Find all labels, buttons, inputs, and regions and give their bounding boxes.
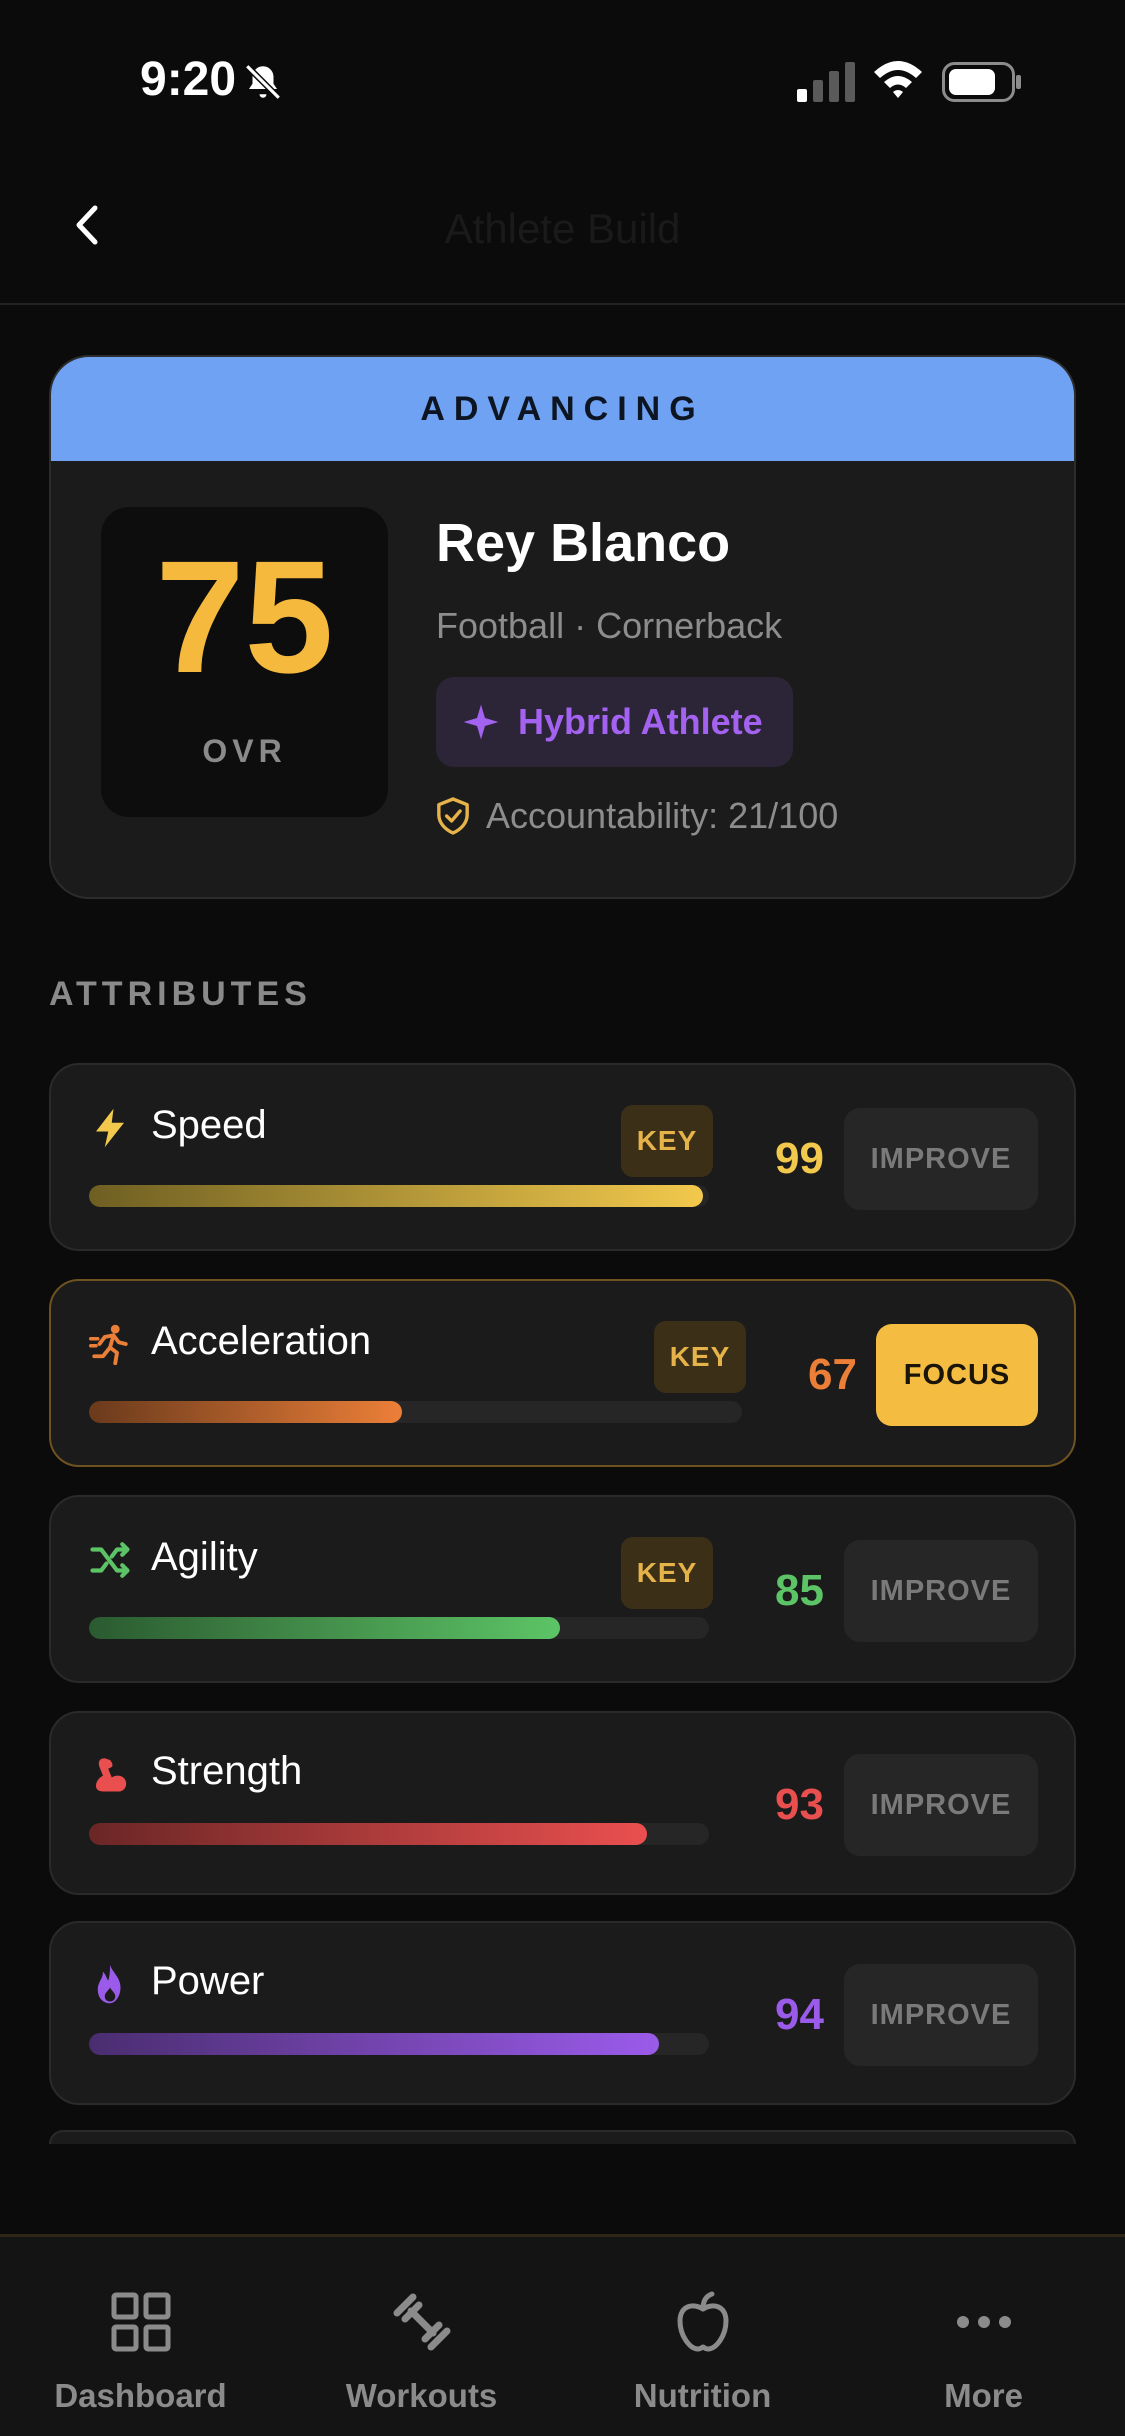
tab-nutrition[interactable]: Nutrition	[562, 2237, 843, 2436]
attribute-card-agility[interactable]: Agility KEY 85 IMPROVE	[49, 1495, 1076, 1683]
attribute-value: 94	[775, 1990, 824, 2039]
archetype-label: Hybrid Athlete	[518, 701, 763, 742]
status-time: 9:20	[140, 53, 237, 106]
grid-icon	[111, 2292, 171, 2352]
improve-button[interactable]: IMPROVE	[844, 1964, 1038, 2066]
ovr-box: 75 OVR	[101, 507, 388, 817]
tab-label: Dashboard	[54, 2377, 227, 2414]
attribute-name: Strength	[151, 1749, 303, 1793]
nav-header: Athlete Build	[0, 165, 1125, 305]
tab-more[interactable]: More	[843, 2237, 1124, 2436]
attribute-value: 93	[775, 1780, 824, 1829]
attribute-progress-fill	[89, 2033, 660, 2055]
tab-label: Workouts	[345, 2377, 498, 2414]
improve-button[interactable]: IMPROVE	[844, 1108, 1038, 1210]
tab-workouts[interactable]: Workouts	[281, 2237, 562, 2436]
status-bar: 9:20	[0, 0, 1125, 165]
attribute-progress-fill	[89, 1185, 703, 1207]
attribute-card-power[interactable]: Power 94 IMPROVE	[49, 1921, 1076, 2105]
page-title: Athlete Build	[444, 205, 681, 252]
archetype-badge[interactable]: Hybrid Athlete	[436, 677, 793, 767]
attribute-name: Power	[151, 1959, 265, 2003]
attribute-name: Agility	[151, 1535, 258, 1579]
tab-label: Nutrition	[633, 2377, 772, 2414]
attribute-card-strength[interactable]: Strength 93 IMPROVE	[49, 1711, 1076, 1895]
attribute-name: Speed	[151, 1103, 267, 1147]
attribute-progress-fill	[89, 1823, 647, 1845]
attribute-progress-bar	[89, 1617, 709, 1639]
attribute-progress-fill	[89, 1401, 403, 1423]
ovr-value: 75	[155, 527, 334, 706]
attribute-card-speed[interactable]: Speed KEY 99 IMPROVE	[49, 1063, 1076, 1251]
muscle-icon	[96, 1758, 127, 1792]
attribute-value: 99	[775, 1134, 824, 1183]
accountability-score: Accountability: 21/100	[436, 795, 838, 837]
key-badge: KEY	[621, 1537, 713, 1609]
tab-label: More	[944, 2377, 1023, 2414]
attribute-value: 67	[808, 1350, 857, 1399]
athlete-sport-position: Football · Cornerback	[436, 605, 783, 646]
tab-dashboard[interactable]: Dashboard	[0, 2237, 281, 2436]
lightning-icon	[96, 1108, 124, 1148]
tab-bar: Dashboard Workouts Nutrition More	[0, 2234, 1125, 2436]
shuffle-icon	[90, 1542, 130, 1578]
improve-button[interactable]: IMPROVE	[844, 1540, 1038, 1642]
attribute-name: Acceleration	[151, 1319, 372, 1363]
key-badge: KEY	[654, 1321, 746, 1393]
shield-check-icon	[437, 797, 469, 835]
attribute-card-partial	[49, 2130, 1076, 2144]
bell-slash-icon	[245, 64, 281, 100]
flame-icon	[97, 1964, 121, 2004]
attribute-progress-fill	[89, 1617, 561, 1639]
key-badge: KEY	[621, 1105, 713, 1177]
focus-button[interactable]: FOCUS	[876, 1324, 1038, 1426]
attribute-progress-bar	[89, 1823, 709, 1845]
athlete-card: ADVANCING 75 OVR Rey Blanco Football · C…	[49, 355, 1076, 899]
attribute-progress-bar	[89, 1401, 742, 1423]
athlete-name: Rey Blanco	[436, 513, 731, 573]
accountability-text: Accountability: 21/100	[486, 795, 839, 836]
sparkle-icon	[463, 704, 499, 740]
attribute-progress-bar	[89, 2033, 709, 2055]
attribute-value: 85	[775, 1566, 824, 1615]
attribute-progress-bar	[89, 1185, 709, 1207]
apple-icon	[677, 2291, 729, 2352]
attribute-card-acceleration[interactable]: Acceleration KEY 67 FOCUS	[49, 1279, 1076, 1467]
more-icon	[957, 2316, 1011, 2328]
improve-button[interactable]: IMPROVE	[844, 1754, 1038, 1856]
battery-icon	[942, 62, 1021, 102]
wifi-icon	[874, 61, 922, 98]
cellular-signal-icon	[797, 62, 855, 102]
dumbbell-icon	[393, 2293, 451, 2351]
attributes-section-title: ATTRIBUTES	[49, 975, 312, 1013]
running-icon	[89, 1324, 128, 1365]
ovr-label: OVR	[202, 733, 287, 769]
tier-banner: ADVANCING	[51, 357, 1074, 461]
